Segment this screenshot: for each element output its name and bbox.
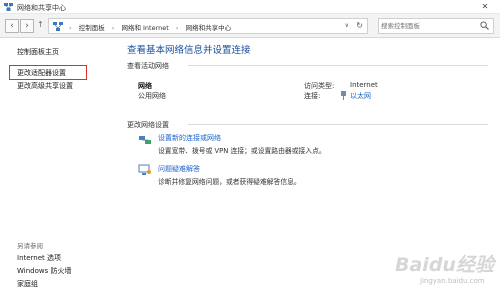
setup-new-connection-link[interactable]: 设置新的连接或网络 bbox=[158, 133, 221, 143]
network-name: 网络 bbox=[138, 82, 152, 90]
network-center-icon bbox=[4, 3, 13, 11]
divider bbox=[188, 124, 488, 125]
breadcrumb-network-internet[interactable]: 网络和 Internet bbox=[121, 24, 168, 32]
access-type-label: 访问类型: bbox=[304, 82, 335, 90]
troubleshoot-desc: 诊断并修复网络问题，或者获得疑难解答信息。 bbox=[158, 178, 301, 186]
network-path-icon bbox=[53, 22, 63, 31]
up-arrow-icon[interactable]: ↑ bbox=[37, 20, 44, 29]
chevron-right-icon: › bbox=[69, 24, 72, 32]
troubleshoot-icon bbox=[138, 164, 151, 175]
network-type-link[interactable]: 公用网络 bbox=[138, 91, 166, 101]
active-networks-heading: 查看活动网络 bbox=[127, 62, 169, 70]
chevron-right-icon: › bbox=[111, 24, 115, 32]
chevron-right-icon: › bbox=[175, 24, 179, 32]
change-settings-heading: 更改网络设置 bbox=[127, 121, 169, 129]
sidebar-item-internet-options[interactable]: Internet 选项 bbox=[17, 253, 61, 263]
access-type-value: Internet bbox=[350, 81, 378, 89]
troubleshoot-link[interactable]: 问题疑难解答 bbox=[158, 164, 200, 174]
refresh-icon[interactable]: ↻ bbox=[356, 21, 363, 30]
sidebar-item-windows-firewall[interactable]: Windows 防火墙 bbox=[17, 266, 71, 276]
search-icon[interactable] bbox=[480, 21, 489, 30]
sidebar-item-change-adapter-settings[interactable]: 更改适配器设置 bbox=[17, 68, 66, 78]
address-bar: ‹ › ↑ › 控制面板 › 网络和 Internet › 网络和共享中心 ∨ … bbox=[0, 14, 500, 38]
see-also-heading: 另请参阅 bbox=[17, 242, 43, 250]
divider bbox=[188, 65, 488, 66]
sidebar-item-homegroup[interactable]: 家庭组 bbox=[17, 279, 38, 289]
title-bar: 网络和共享中心 ✕ bbox=[0, 0, 500, 14]
sidebar: 控制面板主页 更改适配器设置 更改高级共享设置 另请参阅 Internet 选项… bbox=[0, 38, 110, 300]
breadcrumb-control-panel[interactable]: 控制面板 bbox=[79, 24, 105, 32]
search-box[interactable] bbox=[378, 18, 494, 34]
window-title: 网络和共享中心 bbox=[17, 4, 66, 12]
sidebar-item-control-panel-home[interactable]: 控制面板主页 bbox=[17, 47, 59, 57]
sidebar-item-advanced-sharing-settings[interactable]: 更改高级共享设置 bbox=[17, 81, 73, 91]
breadcrumb[interactable]: › 控制面板 › 网络和 Internet › 网络和共享中心 ∨ ↻ bbox=[48, 18, 368, 34]
breadcrumb-sharing-center[interactable]: 网络和共享中心 bbox=[186, 24, 232, 32]
new-connection-icon bbox=[139, 136, 151, 144]
back-button[interactable]: ‹ bbox=[5, 19, 19, 33]
connection-label: 连接: bbox=[304, 92, 321, 100]
close-button[interactable]: ✕ bbox=[470, 0, 500, 14]
ethernet-icon bbox=[341, 91, 346, 100]
search-input[interactable] bbox=[381, 20, 477, 32]
page-title: 查看基本网络信息并设置连接 bbox=[127, 45, 251, 56]
chevron-down-icon[interactable]: ∨ bbox=[345, 22, 349, 29]
baidu-watermark-url: jingyan.baidu.com bbox=[420, 277, 485, 285]
ethernet-link[interactable]: 以太网 bbox=[350, 91, 371, 101]
forward-button[interactable]: › bbox=[20, 19, 34, 33]
baidu-watermark-logo: Baidu经验 bbox=[395, 254, 494, 276]
setup-new-connection-desc: 设置宽带、拨号或 VPN 连接；或设置路由器或接入点。 bbox=[158, 147, 326, 155]
